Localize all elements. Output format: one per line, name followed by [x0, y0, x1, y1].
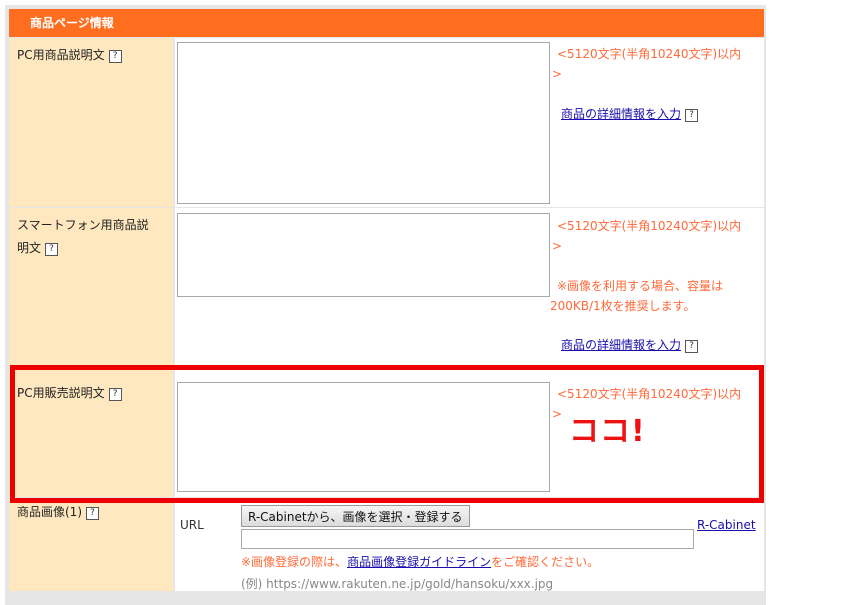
annotation-text: ココ!	[569, 414, 646, 449]
rcabinet-link[interactable]: R-Cabinet	[697, 518, 756, 532]
detail-info-link-wrapper: 商品の詳細情報を入力?	[561, 105, 699, 122]
help-icon[interactable]: ?	[86, 507, 99, 520]
url-example: (例) https://www.rakuten.ne.jp/gold/hanso…	[241, 577, 554, 591]
char-limit-line: >	[552, 239, 563, 253]
rcabinet-select-button[interactable]: R-Cabinetから、画像を選択・登録する	[241, 505, 470, 527]
row-label: PC用販売説明文?	[9, 366, 173, 497]
row-content: <5120文字(半角10240文字)以内 > 商品の詳細情報を入力?	[175, 38, 764, 207]
help-icon[interactable]: ?	[108, 50, 122, 63]
url-label: URL	[180, 518, 204, 532]
help-icon[interactable]: ?	[685, 109, 699, 122]
help-icon[interactable]: ?	[685, 340, 699, 353]
image-url-input[interactable]	[241, 529, 694, 549]
char-limit-note: <5120文字(半角10240文字)以内 >	[552, 216, 741, 256]
product-image-label: 商品画像(1)	[17, 505, 82, 519]
row-product-image: 商品画像(1)? URL R-Cabinetから、画像を選択・登録する R-Ca…	[9, 498, 764, 591]
row-content: URL R-Cabinetから、画像を選択・登録する R-Cabinet ※画像…	[175, 498, 764, 591]
section-title: 商品ページ情報	[30, 16, 114, 30]
row-label: PC用商品説明文?	[9, 38, 173, 207]
char-limit-line: >	[552, 67, 563, 81]
image-guideline-note: ※画像登録の際は、商品画像登録ガイドラインをご確認ください。	[241, 552, 599, 572]
image-size-line: ※画像を利用する場合、容量は	[557, 279, 724, 293]
detail-info-link[interactable]: 商品の詳細情報を入力	[561, 338, 681, 352]
sp-description-label-cont: 明文	[17, 241, 42, 255]
row-sp-description: スマートフォン用商品説 明文? <5120文字(半角10240文字)以内 > ※…	[9, 208, 764, 365]
help-icon[interactable]: ?	[108, 388, 122, 401]
pc-description-label: PC用商品説明文	[17, 48, 105, 62]
guideline-note-prefix: ※画像登録の際は、	[241, 555, 348, 569]
char-limit-line: <5120文字(半角10240文字)以内	[557, 47, 742, 61]
pc-sales-description-textarea[interactable]	[177, 382, 550, 492]
section-header: 商品ページ情報	[9, 9, 764, 37]
detail-info-link-wrapper: 商品の詳細情報を入力?	[561, 336, 699, 353]
row-pc-description: PC用商品説明文? <5120文字(半角10240文字)以内 > 商品の詳細情報…	[9, 38, 764, 207]
image-size-line: 200KB/1枚を推奨します。	[550, 299, 696, 313]
sp-description-textarea[interactable]	[177, 213, 550, 297]
sp-description-label: スマートフォン用商品説	[17, 218, 149, 232]
detail-info-link[interactable]: 商品の詳細情報を入力	[561, 107, 681, 121]
guideline-note-suffix: をご確認ください。	[491, 555, 600, 569]
help-icon[interactable]: ?	[45, 243, 59, 256]
char-limit-line: <5120文字(半角10240文字)以内	[557, 387, 742, 401]
image-size-note: ※画像を利用する場合、容量は 200KB/1枚を推奨します。	[550, 276, 723, 316]
char-limit-line: <5120文字(半角10240文字)以内	[557, 219, 742, 233]
pc-description-textarea[interactable]	[177, 42, 550, 204]
pc-sales-description-label: PC用販売説明文	[17, 386, 105, 400]
guideline-link[interactable]: 商品画像登録ガイドライン	[347, 555, 491, 569]
row-label: スマートフォン用商品説 明文?	[9, 208, 173, 365]
row-content: <5120文字(半角10240文字)以内 > ※画像を利用する場合、容量は 20…	[175, 208, 764, 365]
row-pc-sales-description: PC用販売説明文? <5120文字(半角10240文字)以内 >	[9, 366, 764, 497]
row-content: <5120文字(半角10240文字)以内 >	[175, 366, 764, 497]
row-label: 商品画像(1)?	[9, 498, 173, 591]
char-limit-note: <5120文字(半角10240文字)以内 >	[552, 44, 741, 84]
